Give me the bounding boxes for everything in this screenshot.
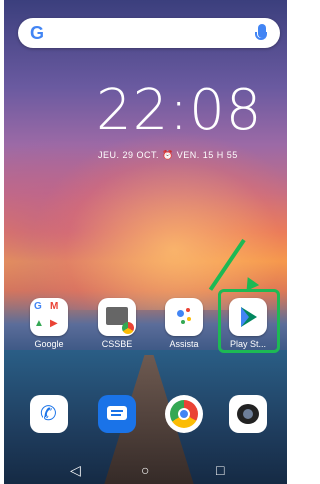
dock-camera[interactable]	[223, 395, 273, 433]
clock-time[interactable]: 22:08	[96, 78, 262, 143]
navigation-bar: ◁ ○ □	[4, 456, 287, 484]
dock-phone[interactable]: ✆	[24, 395, 74, 433]
cssbe-icon	[98, 298, 136, 336]
home-screen: G 22:08 JEU. 29 OCT. ⏰ VEN. 15 H 55 G M …	[4, 0, 287, 484]
play-store-highlight-box	[218, 289, 280, 353]
date-alarm-text[interactable]: JEU. 29 OCT. ⏰ VEN. 15 H 55	[98, 150, 238, 161]
home-button[interactable]: ○	[141, 462, 149, 478]
phone-icon: ✆	[30, 395, 68, 433]
dock-chrome[interactable]	[159, 395, 209, 433]
camera-icon	[229, 395, 267, 433]
microphone-icon[interactable]	[255, 24, 267, 40]
google-icon: G	[30, 23, 45, 43]
app-label: CSSBE	[101, 339, 133, 349]
app-assistant[interactable]: Assista	[159, 298, 209, 349]
app-google-folder[interactable]: G M ▲ ▶ Google	[24, 298, 74, 349]
back-button[interactable]: ◁	[70, 462, 81, 479]
messages-icon	[98, 395, 136, 433]
assistant-icon	[165, 298, 203, 336]
app-label: Google	[34, 339, 64, 349]
app-cssbe[interactable]: CSSBE	[92, 298, 142, 349]
google-folder-icon: G M ▲ ▶	[30, 298, 68, 336]
recents-button[interactable]: □	[216, 462, 224, 478]
chrome-icon	[165, 395, 203, 433]
app-label: Assista	[169, 339, 199, 349]
google-search-bar[interactable]: G	[18, 18, 280, 48]
dock-messages[interactable]	[92, 395, 142, 433]
